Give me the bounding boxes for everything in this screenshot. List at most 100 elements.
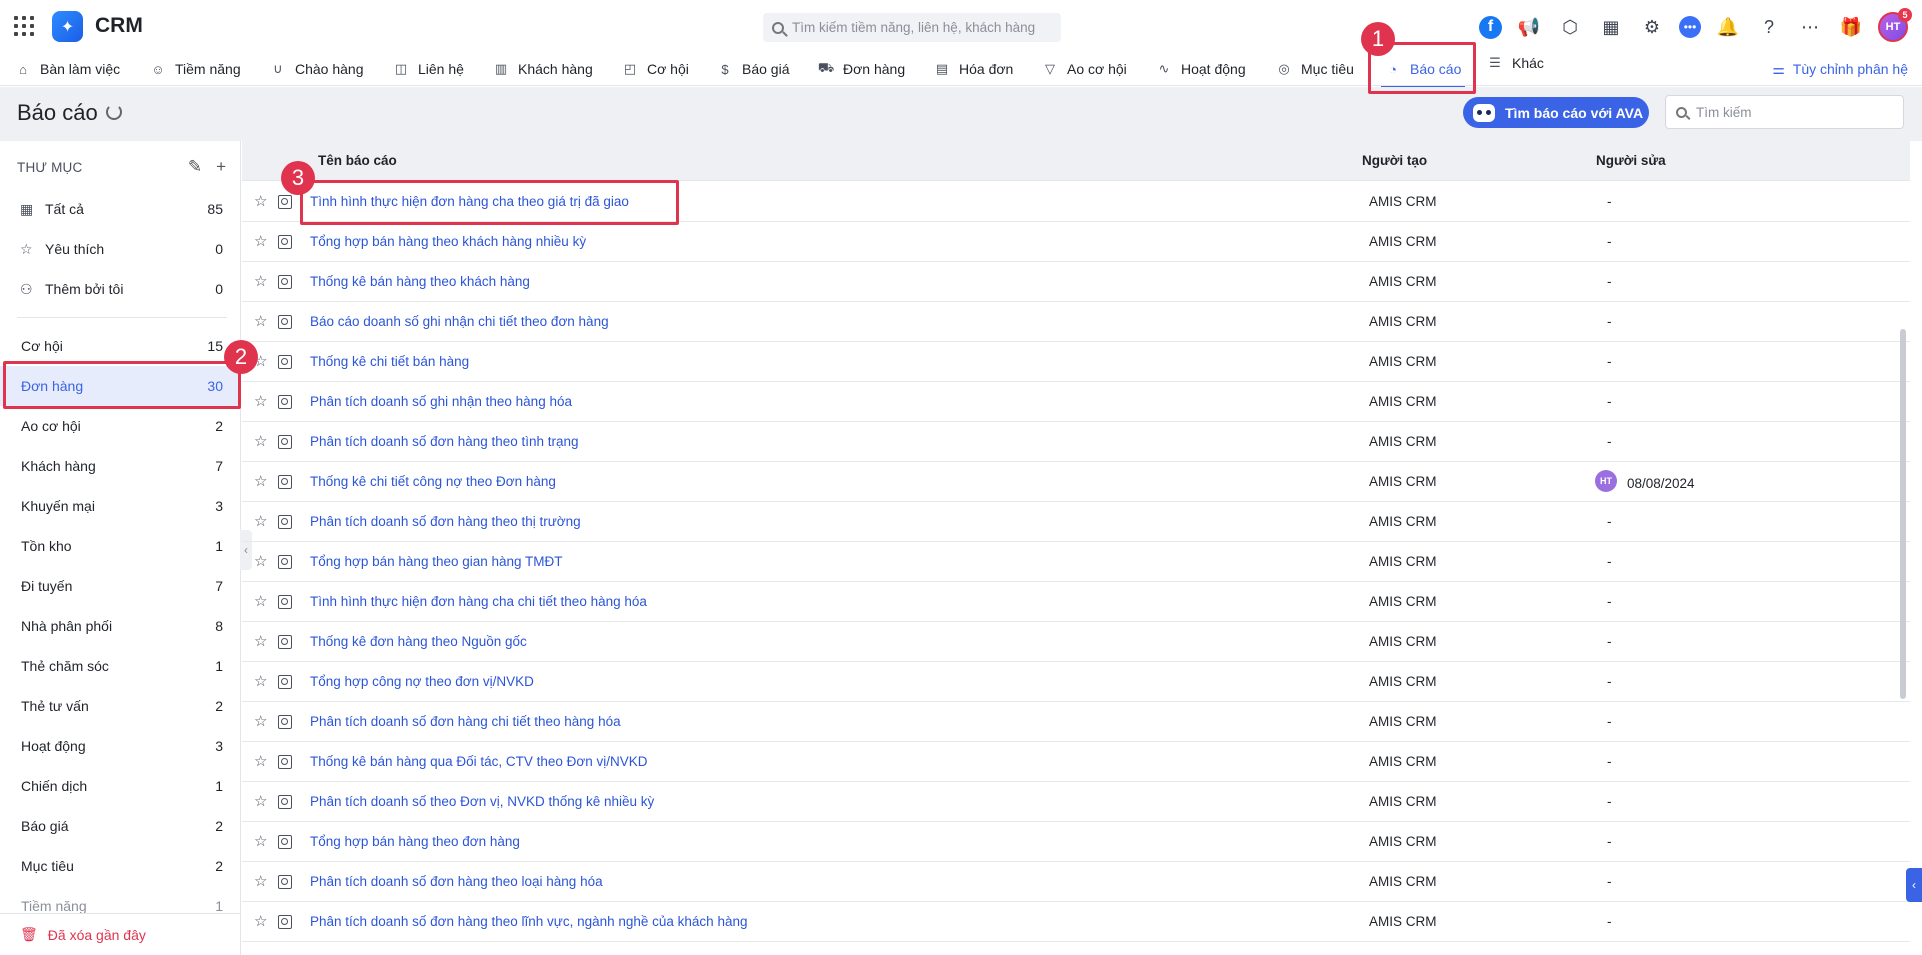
table-row[interactable]: ☆ Thống kê chi tiết bán hàng AMIS CRM - <box>242 342 1910 382</box>
table-row[interactable]: ☆ Tổng hợp bán hàng theo đơn hàng AMIS CRM… <box>242 822 1910 862</box>
favorite-star-icon[interactable]: ☆ <box>254 394 267 409</box>
sidebar-folder[interactable]: Tồn kho 1 <box>0 526 240 566</box>
table-row[interactable]: ☆ Báo cáo doanh số ghi nhận chi tiết theo… <box>242 302 1910 342</box>
sidebar-folder[interactable]: Chiến dịch 1 <box>0 766 240 806</box>
nav-contacts[interactable]: ◫ Liên hệ <box>393 52 464 86</box>
favorite-star-icon[interactable]: ☆ <box>254 834 267 849</box>
preview-icon[interactable] <box>278 835 292 849</box>
report-name-link[interactable]: Thống kê bán hàng theo khách hàng <box>310 274 530 289</box>
sidebar-folder[interactable]: Mục tiêu 2 <box>0 846 240 886</box>
app-launcher-icon[interactable] <box>14 16 34 36</box>
preview-icon[interactable] <box>278 515 292 529</box>
favorite-star-icon[interactable]: ☆ <box>254 754 267 769</box>
table-row[interactable]: ☆ Thống kê đơn hàng theo Nguồn gốc AMIS CR… <box>242 622 1910 662</box>
preview-icon[interactable] <box>278 875 292 889</box>
favorite-star-icon[interactable]: ☆ <box>254 674 267 689</box>
nav-desk[interactable]: ⌂ Bàn làm việc <box>15 52 120 86</box>
column-header-creator[interactable]: Người tạo <box>1362 153 1427 168</box>
report-name-link[interactable]: Tổng hợp bán hàng theo đơn hàng <box>310 834 520 849</box>
favorite-star-icon[interactable]: ☆ <box>254 874 267 889</box>
nav-quotes[interactable]: $ Báo giá <box>717 52 789 86</box>
sidebar-folder[interactable]: Ao cơ hội 2 <box>0 406 240 446</box>
favorite-star-icon[interactable]: ☆ <box>254 474 267 489</box>
sidebar-folder[interactable]: Báo giá 2 <box>0 806 240 846</box>
report-name-link[interactable]: Phân tích doanh số đơn hàng chi tiết the… <box>310 714 621 729</box>
report-name-link[interactable]: Tình hình thực hiện đơn hàng cha chi tiế… <box>310 594 647 609</box>
table-row[interactable]: ☆ Phân tích doanh số đơn hàng theo tình t… <box>242 422 1910 462</box>
preview-icon[interactable] <box>278 315 292 329</box>
favorite-star-icon[interactable]: ☆ <box>254 634 267 649</box>
sidebar-item-added-by-me[interactable]: ⚇ Thêm bởi tôi 0 <box>0 269 240 309</box>
preview-icon[interactable] <box>278 555 292 569</box>
table-row[interactable]: ☆ Tình hình thực hiện đơn hàng cha chi ti… <box>242 582 1910 622</box>
table-row[interactable]: ☆ Phân tích doanh số theo Đơn vị, NVKD th… <box>242 782 1910 822</box>
user-avatar[interactable]: HT 5 <box>1878 8 1912 42</box>
preview-icon[interactable] <box>278 755 292 769</box>
favorite-star-icon[interactable]: ☆ <box>254 434 267 449</box>
expand-panel-button[interactable]: ‹ <box>1906 868 1922 902</box>
preview-icon[interactable] <box>278 275 292 289</box>
sidebar-folder[interactable]: Thẻ tư vấn 2 <box>0 686 240 726</box>
preview-icon[interactable] <box>278 595 292 609</box>
sidebar-folder[interactable]: Đi tuyến 7 <box>0 566 240 606</box>
table-row[interactable]: ☆ Phân tích doanh số ghi nhận theo hàng h… <box>242 382 1910 422</box>
report-name-link[interactable]: Phân tích doanh số theo Đơn vị, NVKD thố… <box>310 794 654 809</box>
plus-icon[interactable]: + <box>216 157 226 177</box>
table-row[interactable]: ☆ Phân tích doanh số đơn hàng theo thị tr… <box>242 502 1910 542</box>
nav-more[interactable]: ☰ Khác <box>1487 46 1544 80</box>
favorite-star-icon[interactable]: ☆ <box>254 554 267 569</box>
table-row[interactable]: ☆ Thống kê bán hàng qua Đối tác, CTV theo… <box>242 742 1910 782</box>
sidebar-item-favorites[interactable]: ☆ Yêu thích 0 <box>0 229 240 269</box>
column-header-editor[interactable]: Người sửa <box>1596 153 1666 168</box>
report-name-link[interactable]: Phân tích doanh số đơn hàng theo lĩnh vự… <box>310 914 747 929</box>
preview-icon[interactable] <box>278 675 292 689</box>
table-row[interactable]: ☆ Tổng hợp bán hàng theo khách hàng nhiều… <box>242 222 1910 262</box>
sidebar-folder[interactable]: Hoạt động 3 <box>0 726 240 766</box>
customize-modules-button[interactable]: ⚌ Tùy chỉnh phân hệ <box>1772 52 1908 86</box>
preview-icon[interactable] <box>278 195 292 209</box>
chat-icon[interactable]: ••• <box>1679 16 1701 38</box>
gear-icon[interactable]: ⚙ <box>1638 13 1666 41</box>
nav-customers[interactable]: ▥ Khách hàng <box>493 52 593 86</box>
report-name-link[interactable]: Báo cáo doanh số ghi nhận chi tiết theo … <box>310 314 609 329</box>
table-row[interactable]: ☆ Tổng hợp công nợ theo đơn vị/NVKD AMIS C… <box>242 662 1910 702</box>
favorite-star-icon[interactable]: ☆ <box>254 514 267 529</box>
help-icon[interactable]: ? <box>1755 13 1783 41</box>
nav-offers[interactable]: ∪ Chào hàng <box>270 52 363 86</box>
table-scrollbar[interactable] <box>1900 329 1906 699</box>
favorite-star-icon[interactable]: ☆ <box>254 794 267 809</box>
report-name-link[interactable]: Phân tích doanh số đơn hàng theo thị trư… <box>310 514 581 529</box>
favorite-star-icon[interactable]: ☆ <box>254 274 267 289</box>
refresh-icon[interactable] <box>106 104 122 120</box>
box-icon[interactable]: ⬡ <box>1556 13 1584 41</box>
report-name-link[interactable]: Phân tích doanh số đơn hàng theo tình tr… <box>310 434 579 449</box>
preview-icon[interactable] <box>278 715 292 729</box>
preview-icon[interactable] <box>278 475 292 489</box>
table-row[interactable]: ☆ Phân tích doanh số đơn hàng chi tiết th… <box>242 702 1910 742</box>
report-name-link[interactable]: Tổng hợp bán hàng theo khách hàng nhiều … <box>310 234 586 249</box>
nav-goals[interactable]: ◎ Mục tiêu <box>1276 52 1354 86</box>
sidebar-folder[interactable]: Khuyến mại 3 <box>0 486 240 526</box>
nav-funnel[interactable]: ▽ Ao cơ hội <box>1042 52 1127 86</box>
table-row[interactable]: ☆ Thống kê chi tiết công nợ theo Đơn hàng… <box>242 462 1910 502</box>
preview-icon[interactable] <box>278 635 292 649</box>
more-icon[interactable]: ⋯ <box>1796 13 1824 41</box>
favorite-star-icon[interactable]: ☆ <box>254 714 267 729</box>
report-name-link[interactable]: Thống kê bán hàng qua Đối tác, CTV theo … <box>310 754 648 769</box>
report-search-input[interactable]: Tìm kiếm <box>1665 95 1904 129</box>
report-name-link[interactable]: Tổng hợp bán hàng theo gian hàng TMĐT <box>310 554 563 569</box>
favorite-star-icon[interactable]: ☆ <box>254 234 267 249</box>
report-name-link[interactable]: Phân tích doanh số đơn hàng theo loại hà… <box>310 874 603 889</box>
column-header-name[interactable]: Tên báo cáo <box>318 153 397 168</box>
nav-leads[interactable]: ☺ Tiềm năng <box>150 52 240 86</box>
sidebar-item-all[interactable]: ▦ Tất cả 85 <box>0 189 240 229</box>
sidebar-folder[interactable]: Khách hàng 7 <box>0 446 240 486</box>
report-name-link[interactable]: Phân tích doanh số ghi nhận theo hàng hó… <box>310 394 572 409</box>
favorite-star-icon[interactable]: ☆ <box>254 594 267 609</box>
preview-icon[interactable] <box>278 395 292 409</box>
favorite-star-icon[interactable]: ☆ <box>254 914 267 929</box>
report-name-link[interactable]: Tổng hợp công nợ theo đơn vị/NVKD <box>310 674 534 689</box>
table-row[interactable]: ☆ Tổng hợp bán hàng theo gian hàng TMĐT AM… <box>242 542 1910 582</box>
bell-icon[interactable]: 🔔 <box>1714 13 1742 41</box>
sidebar-folder[interactable]: Cơ hội 15 <box>0 326 240 366</box>
